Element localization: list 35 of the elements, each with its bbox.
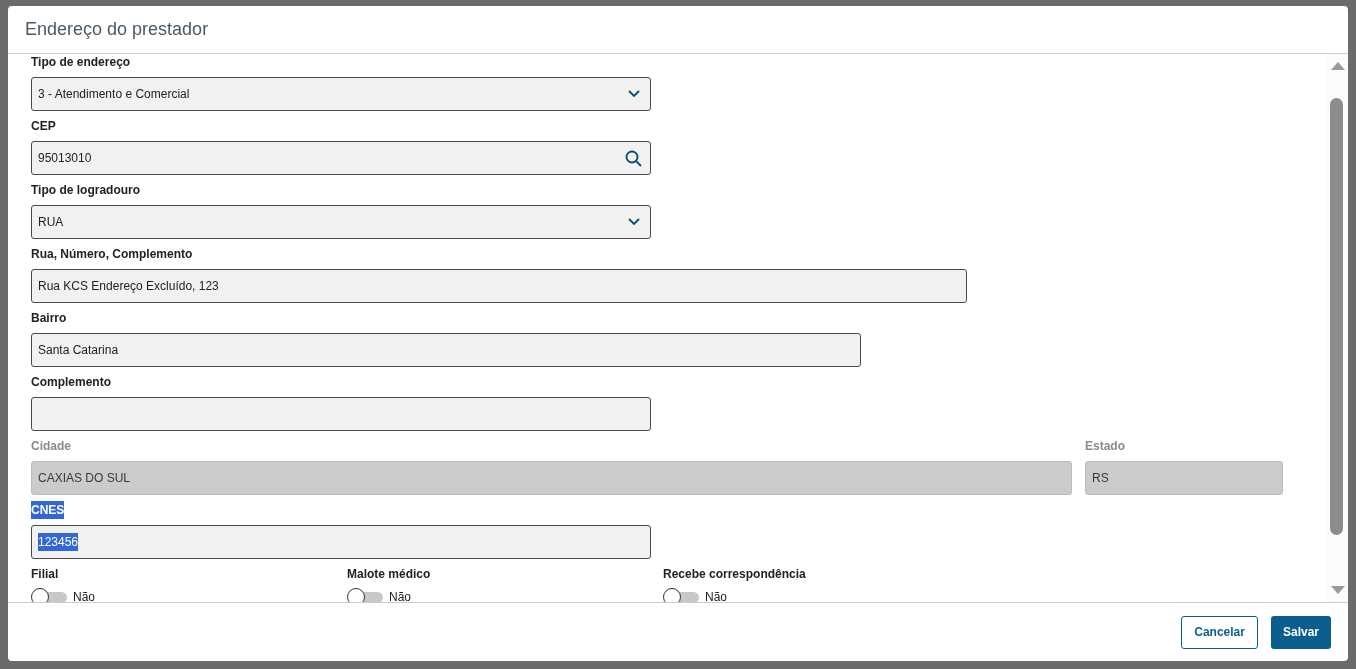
field-label: Bairro (31, 310, 67, 327)
field-label: Tipo de endereço (31, 54, 131, 71)
save-button[interactable]: Salvar (1270, 615, 1331, 649)
field-label: Rua, Número, Complemento (31, 246, 193, 263)
switch-state: Não (73, 589, 95, 602)
switch-label: Filial (31, 566, 60, 582)
switch-label: Malote médico (347, 566, 432, 582)
switch-state: Não (389, 589, 411, 602)
select-field[interactable]: RUA (31, 205, 651, 239)
switch-label: Recebe correspondência (663, 566, 807, 582)
scrollbar[interactable] (1326, 54, 1348, 602)
input-field[interactable] (31, 397, 651, 431)
dialog-title: Endereço do prestador (25, 18, 209, 41)
field-label: CEP (31, 118, 56, 135)
cancel-button[interactable]: Cancelar (1181, 615, 1258, 649)
scroll-down-icon[interactable] (1331, 586, 1345, 594)
field-label: Complemento (31, 374, 111, 391)
input-field[interactable]: 123456 (31, 525, 651, 559)
field-label: Tipo de logradouro (31, 182, 141, 199)
toggle-switch[interactable] (31, 588, 67, 602)
search-field[interactable]: 95013010 (31, 141, 651, 175)
toggle-switch[interactable] (347, 588, 383, 602)
input-field[interactable]: Rua KCS Endereço Excluído, 123 (31, 269, 967, 303)
toggle-switch[interactable] (663, 588, 699, 602)
chevron-down-icon (628, 90, 640, 98)
search-icon[interactable] (625, 149, 642, 167)
field-label: Estado (1085, 438, 1125, 455)
scroll-up-icon[interactable] (1331, 62, 1345, 70)
input-field[interactable]: Santa Catarina (31, 333, 861, 367)
chevron-down-icon (628, 218, 640, 226)
switch-state: Não (705, 589, 727, 602)
select-field[interactable]: 3 - Atendimento e Comercial (31, 77, 651, 111)
field-label: Cidade (31, 438, 71, 455)
scrollbar-thumb[interactable] (1330, 98, 1343, 535)
field-label: CNES (31, 501, 65, 519)
